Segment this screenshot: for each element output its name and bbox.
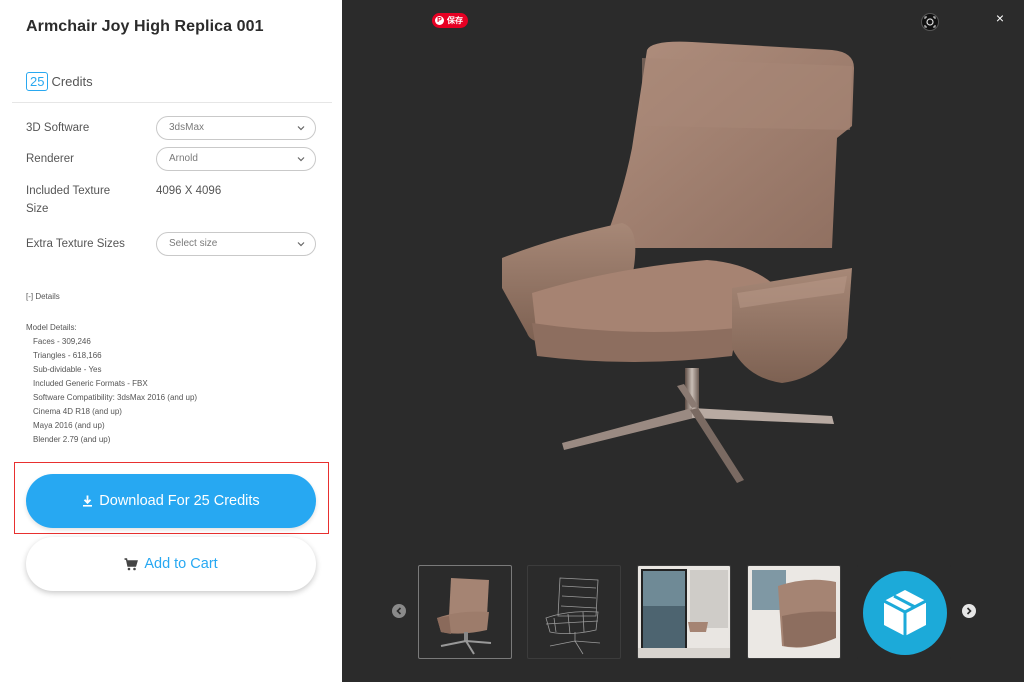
credits-value: 25 [26, 72, 49, 91]
software-label: 3D Software [26, 122, 90, 134]
software-select[interactable]: 3dsMax [156, 116, 316, 140]
pinterest-icon: P [435, 16, 444, 25]
details-toggle[interactable]: [-] Details [26, 292, 60, 301]
thumbnail-closeup-scene[interactable] [747, 565, 841, 659]
download-button-label: Download For 25 Credits [99, 493, 260, 509]
software-select-value: 3dsMax [169, 122, 205, 133]
chevron-down-icon [297, 242, 305, 247]
extra-sizes-select[interactable]: Select size [156, 232, 316, 256]
detail-line: Sub-dividable - Yes [33, 365, 102, 374]
chevron-down-icon [297, 157, 305, 162]
detail-line: Faces - 309,246 [33, 337, 91, 346]
credits-label: Credits [51, 74, 93, 89]
visual-search-icon[interactable] [921, 13, 939, 31]
product-main-image [502, 41, 854, 483]
download-icon [83, 495, 93, 507]
thumbnail-chair-wireframe[interactable] [527, 565, 621, 659]
detail-line: Maya 2016 (and up) [33, 421, 105, 430]
detail-line: Included Generic Formats - FBX [33, 379, 148, 388]
lens-glyph-icon [924, 16, 936, 28]
next-arrow-icon[interactable] [962, 604, 976, 618]
model-details-heading: Model Details: [26, 323, 77, 332]
detail-line: Software Compatibility: 3dsMax 2016 (and… [33, 393, 198, 402]
product-title: Armchair Joy High Replica 001 [26, 18, 264, 35]
add-to-cart-button[interactable]: Add to Cart [26, 537, 316, 591]
wireframe-thumbnail-image [545, 577, 601, 655]
extra-sizes-placeholder: Select size [169, 238, 218, 249]
download-button[interactable]: Download For 25 Credits [26, 474, 316, 528]
divider [12, 102, 332, 103]
detail-line: Cinema 4D R18 (and up) [33, 407, 122, 416]
renderer-select[interactable]: Arnold [156, 147, 316, 171]
extra-sizes-label: Extra Texture Sizes [26, 238, 125, 250]
texture-size-label-line2: Size [26, 203, 49, 215]
thumbnail-chair-render[interactable] [418, 565, 512, 659]
thumbnail-strip [392, 565, 976, 659]
closeup-thumbnail-image [748, 566, 840, 658]
renderer-select-value: Arnold [169, 153, 198, 164]
image-viewer: P 保存 × [342, 0, 1024, 682]
prev-arrow-icon[interactable] [392, 604, 406, 618]
room-thumbnail-image [638, 566, 730, 658]
model-details: Model Details: Faces - 309,246 Triangles… [26, 321, 197, 447]
sketchfab-3d-icon [863, 571, 947, 655]
texture-size-label-line1: Included Texture [26, 185, 111, 197]
detail-line: Triangles - 618,166 [33, 351, 102, 360]
close-icon[interactable]: × [993, 11, 1007, 25]
credits-indicator: 25 Credits [26, 72, 93, 91]
product-panel: Armchair Joy High Replica 001 25 Credits… [0, 0, 342, 682]
cart-icon [124, 557, 139, 570]
pinterest-save-button[interactable]: P 保存 [432, 13, 468, 28]
chair-thumbnail-image [437, 578, 492, 655]
thumbnail-3d-viewer[interactable] [857, 565, 951, 659]
detail-line: Blender 2.79 (and up) [33, 435, 111, 444]
add-to-cart-label: Add to Cart [144, 556, 218, 572]
chevron-down-icon [297, 126, 305, 131]
thumbnail-room-scene[interactable] [637, 565, 731, 659]
texture-size-label: Included Texture Size [26, 182, 110, 218]
texture-size-value: 4096 X 4096 [156, 185, 222, 197]
renderer-label: Renderer [26, 153, 74, 165]
pinterest-save-label: 保存 [447, 16, 463, 25]
